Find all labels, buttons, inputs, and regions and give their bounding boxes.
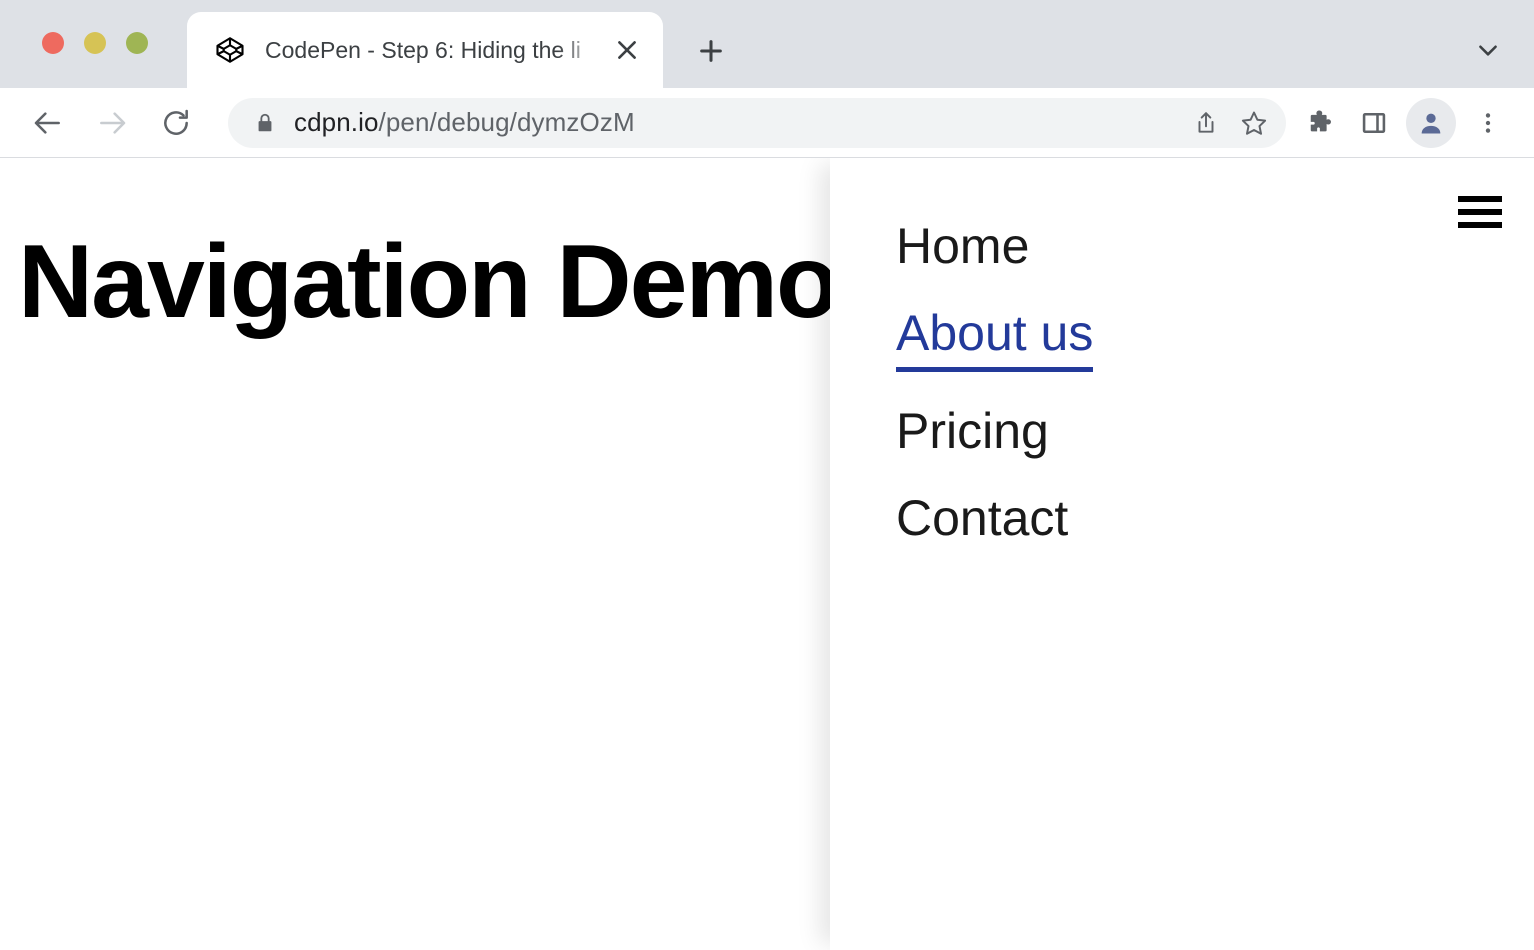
browser-toolbar: cdpn.io/pen/debug/dymzOzM (0, 88, 1534, 158)
nav-link-contact[interactable]: Contact (896, 490, 1068, 546)
list-item: Pricing (896, 403, 1093, 459)
more-menu-icon[interactable] (1462, 97, 1514, 149)
codepen-icon (215, 35, 245, 65)
close-tab-button[interactable] (605, 28, 649, 72)
list-item: Contact (896, 490, 1093, 546)
list-item: About us (896, 305, 1093, 372)
window-controls (42, 32, 148, 54)
browser-tab-active[interactable]: CodePen - Step 6: Hiding the li (187, 12, 663, 88)
hamburger-bar-3 (1458, 222, 1502, 228)
nav-link-home[interactable]: Home (896, 218, 1029, 274)
side-panel-icon[interactable] (1348, 97, 1400, 149)
zoom-window-button[interactable] (126, 32, 148, 54)
nav-list: Home About us Pricing Contact (896, 218, 1093, 577)
share-icon[interactable] (1182, 99, 1230, 147)
tab-strip: CodePen - Step 6: Hiding the li (0, 0, 1534, 88)
navigation-panel: Home About us Pricing Contact (830, 158, 1534, 950)
extensions-icon[interactable] (1296, 97, 1348, 149)
new-tab-button[interactable] (682, 22, 740, 80)
page-viewport: Navigation Demo Home About us Pricing Co… (0, 158, 1534, 950)
back-arrow-icon[interactable] (22, 97, 74, 149)
hamburger-menu-icon[interactable] (1458, 196, 1502, 228)
browser-window: CodePen - Step 6: Hiding the li (0, 0, 1534, 950)
url-path: /pen/debug/dymzOzM (379, 107, 635, 137)
page-title: Navigation Demo (18, 230, 837, 334)
url-domain: cdpn.io (294, 107, 379, 137)
star-icon[interactable] (1230, 99, 1278, 147)
forward-arrow-icon (86, 97, 138, 149)
lock-icon (254, 112, 276, 134)
close-window-button[interactable] (42, 32, 64, 54)
nav-link-about-us[interactable]: About us (896, 305, 1093, 372)
tab-title: CodePen - Step 6: Hiding the li (265, 37, 605, 64)
profile-avatar[interactable] (1406, 98, 1456, 148)
nav-link-pricing[interactable]: Pricing (896, 403, 1049, 459)
list-item: Home (896, 218, 1093, 274)
reload-icon[interactable] (150, 97, 202, 149)
minimize-window-button[interactable] (84, 32, 106, 54)
address-bar[interactable]: cdpn.io/pen/debug/dymzOzM (228, 98, 1286, 148)
chevron-down-icon[interactable] (1464, 26, 1512, 74)
hamburger-bar-1 (1458, 196, 1502, 202)
url-text: cdpn.io/pen/debug/dymzOzM (294, 107, 1182, 138)
hamburger-bar-2 (1458, 209, 1502, 215)
